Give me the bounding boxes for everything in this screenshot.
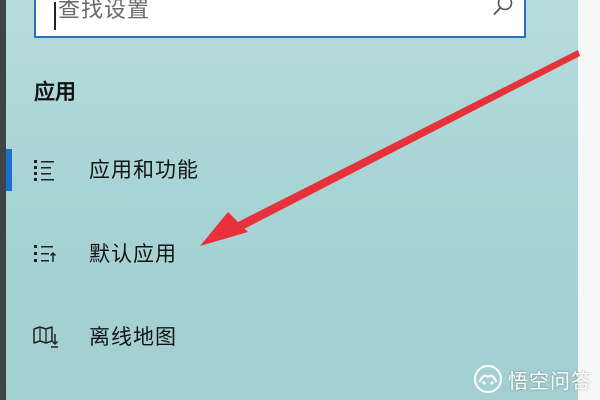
- list-icon: [34, 160, 54, 181]
- window-right-edge: [578, 0, 600, 400]
- nav-item-default-apps[interactable]: 默认应用: [0, 230, 520, 278]
- search-icon[interactable]: [492, 0, 514, 18]
- nav-item-offline-maps[interactable]: 离线地图: [0, 313, 520, 361]
- settings-window: 查找设置 应用 应用和功能 默认应用 离线地图 悟空问答: [0, 0, 600, 400]
- nav-item-label: 应用和功能: [89, 158, 199, 182]
- text-cursor: [54, 2, 56, 30]
- selection-indicator: [6, 149, 12, 191]
- watermark-text: 悟空问答: [508, 368, 592, 393]
- search-input[interactable]: 查找设置: [34, 0, 526, 38]
- nav-item-label: 默认应用: [89, 242, 177, 266]
- annotation-arrow-shaft: [236, 50, 580, 231]
- nav-item-apps-and-features[interactable]: 应用和功能: [0, 146, 520, 194]
- map-download-icon: [33, 326, 59, 348]
- nav-item-label: 离线地图: [89, 325, 177, 349]
- wukong-logo-icon: [474, 365, 502, 393]
- watermark: 悟空问答: [473, 364, 592, 394]
- section-heading: 应用: [34, 80, 76, 104]
- list-arrow-icon: [34, 245, 57, 262]
- search-placeholder: 查找设置: [58, 0, 151, 23]
